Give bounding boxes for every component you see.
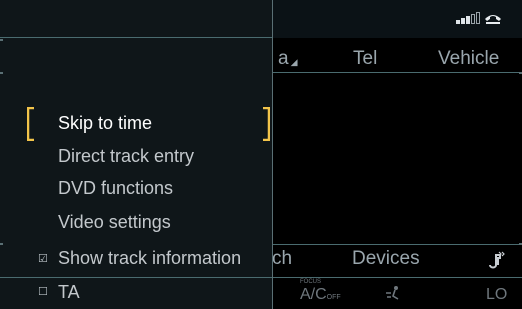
- main-tabs: a ◢ Tel Vehicle: [272, 44, 522, 73]
- menu-item-skip-to-time[interactable]: Skip to time: [58, 113, 152, 134]
- phone-icon: [485, 15, 501, 24]
- signal-bar: [476, 12, 480, 24]
- focus-label: FOCUS: [300, 279, 321, 285]
- ac-off-label: OFF: [326, 294, 341, 301]
- menu-item-dvd-functions[interactable]: DVD functions: [58, 178, 173, 199]
- signal-bar: [466, 16, 470, 24]
- tab-vehicle[interactable]: Vehicle: [438, 48, 499, 70]
- unchecked-checkbox-icon[interactable]: ☐: [38, 286, 50, 298]
- climate-bar: FOCUS A/COFF LO: [272, 277, 522, 309]
- airflow-icon[interactable]: [384, 285, 402, 301]
- signal-strength-icon: [456, 12, 480, 24]
- ac-label: A/C: [300, 286, 327, 303]
- frame-tick: [0, 72, 3, 74]
- dropdown-triangle-icon: ◢: [290, 57, 298, 67]
- source-bar: ch Devices: [272, 244, 522, 278]
- tabs-divider: [272, 72, 522, 73]
- tab-label: a: [278, 48, 289, 69]
- frame-tick: [0, 39, 3, 41]
- source-devices[interactable]: Devices: [352, 248, 420, 270]
- menu-item-ta[interactable]: TA: [58, 282, 80, 303]
- menu-item-direct-track-entry[interactable]: Direct track entry: [58, 146, 194, 167]
- menu-divider: [0, 277, 272, 278]
- menu-divider: [0, 37, 272, 38]
- dvd-options-menu: Skip to time Direct track entry DVD func…: [0, 0, 273, 309]
- menu-item-video-settings[interactable]: Video settings: [58, 212, 171, 233]
- menu-item-show-track-information[interactable]: Show track information: [58, 248, 241, 269]
- signal-bar: [456, 20, 460, 24]
- tab-tel[interactable]: Tel: [353, 48, 377, 70]
- tab-navi[interactable]: a ◢: [278, 48, 298, 70]
- infotainment-screen: a ◢ Tel Vehicle ch Devices FOCUS A/COFF L…: [0, 0, 522, 309]
- signal-bar: [471, 14, 475, 24]
- frame-tick: [0, 243, 3, 245]
- source-search[interactable]: ch: [272, 248, 292, 270]
- checked-checkbox-icon[interactable]: ☑: [38, 253, 50, 265]
- ac-button[interactable]: A/COFF: [300, 286, 341, 304]
- temperature-display[interactable]: LO: [486, 286, 507, 304]
- sound-settings-icon[interactable]: [487, 251, 505, 269]
- signal-bar: [461, 18, 465, 24]
